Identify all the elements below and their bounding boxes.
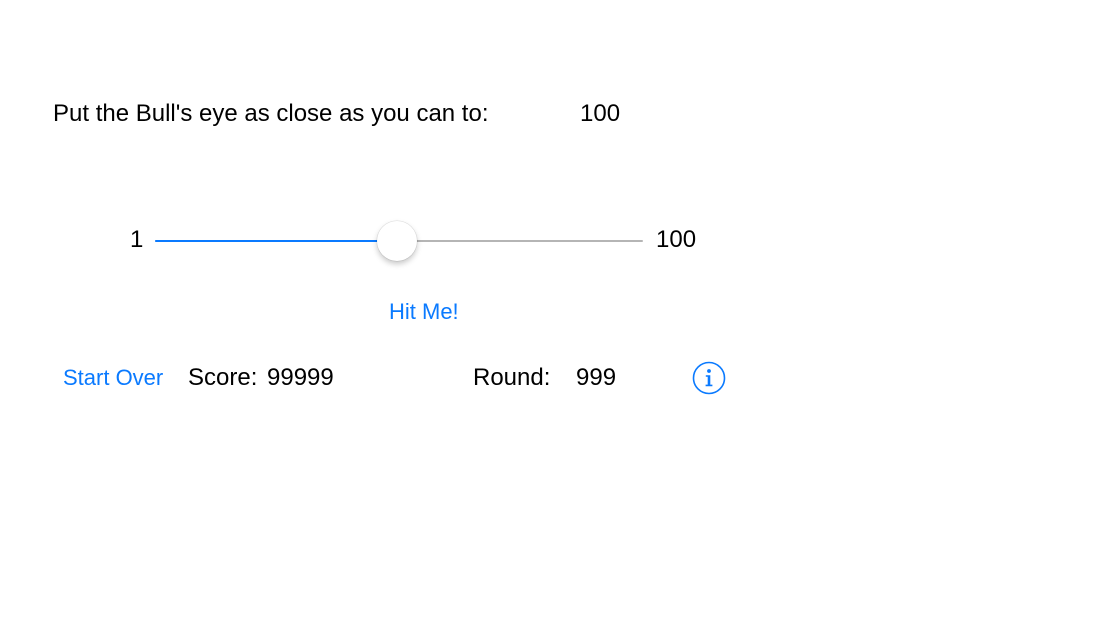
slider-thumb[interactable] [377,221,417,261]
score-value: 99999 [267,364,334,391]
round-value: 999 [576,364,617,391]
round-label: Round: [473,364,551,391]
hit-me-button[interactable]: Hit Me! [389,301,459,323]
slider-max-label: 100 [656,226,697,253]
target-value: 100 [580,100,621,127]
info-button[interactable] [692,361,726,395]
game-screen: Put the Bull's eye as close as you can t… [0,0,1104,621]
slider-min-label: 1 [130,226,144,253]
info-icon [692,361,726,395]
target-prompt: Put the Bull's eye as close as you can t… [53,100,489,127]
bullseye-slider[interactable] [155,221,643,261]
slider-track-fill [155,240,397,242]
score-label: Score: [188,364,258,391]
start-over-button[interactable]: Start Over [63,367,163,389]
